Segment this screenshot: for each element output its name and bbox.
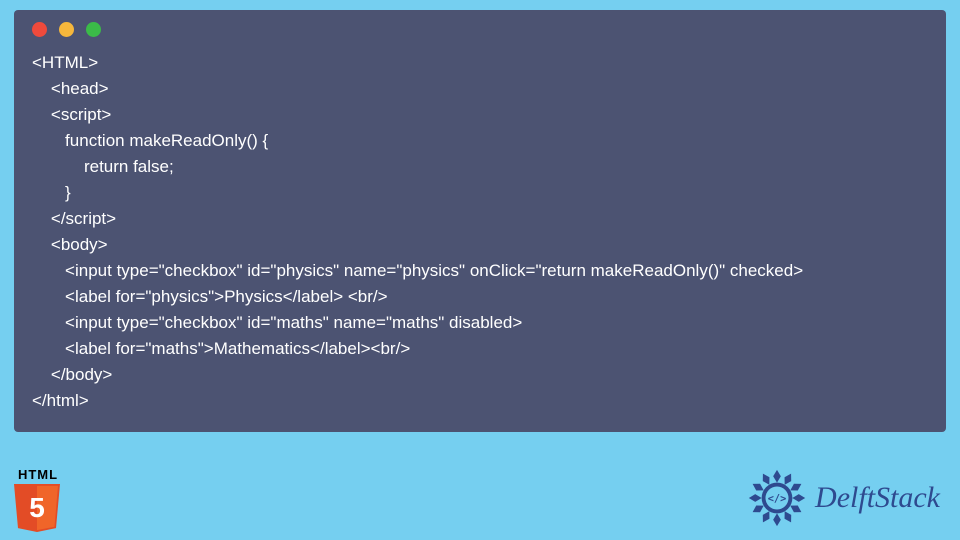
html5-number: 5 xyxy=(12,492,62,524)
minimize-icon[interactable] xyxy=(59,22,74,37)
html5-shield-icon: 5 xyxy=(12,484,62,532)
close-icon[interactable] xyxy=(32,22,47,37)
svg-text:</>: </> xyxy=(768,493,787,505)
code-block: <HTML> <head> <script> function makeRead… xyxy=(14,48,946,418)
html5-logo: HTML 5 xyxy=(12,467,64,532)
gear-icon: </> xyxy=(745,466,809,530)
maximize-icon[interactable] xyxy=(86,22,101,37)
code-window: <HTML> <head> <script> function makeRead… xyxy=(14,10,946,432)
window-title-bar xyxy=(14,10,946,48)
brand-logo: </> DelftStack xyxy=(745,466,940,530)
brand-name: DelftStack xyxy=(815,481,940,515)
html5-label: HTML xyxy=(12,467,64,482)
